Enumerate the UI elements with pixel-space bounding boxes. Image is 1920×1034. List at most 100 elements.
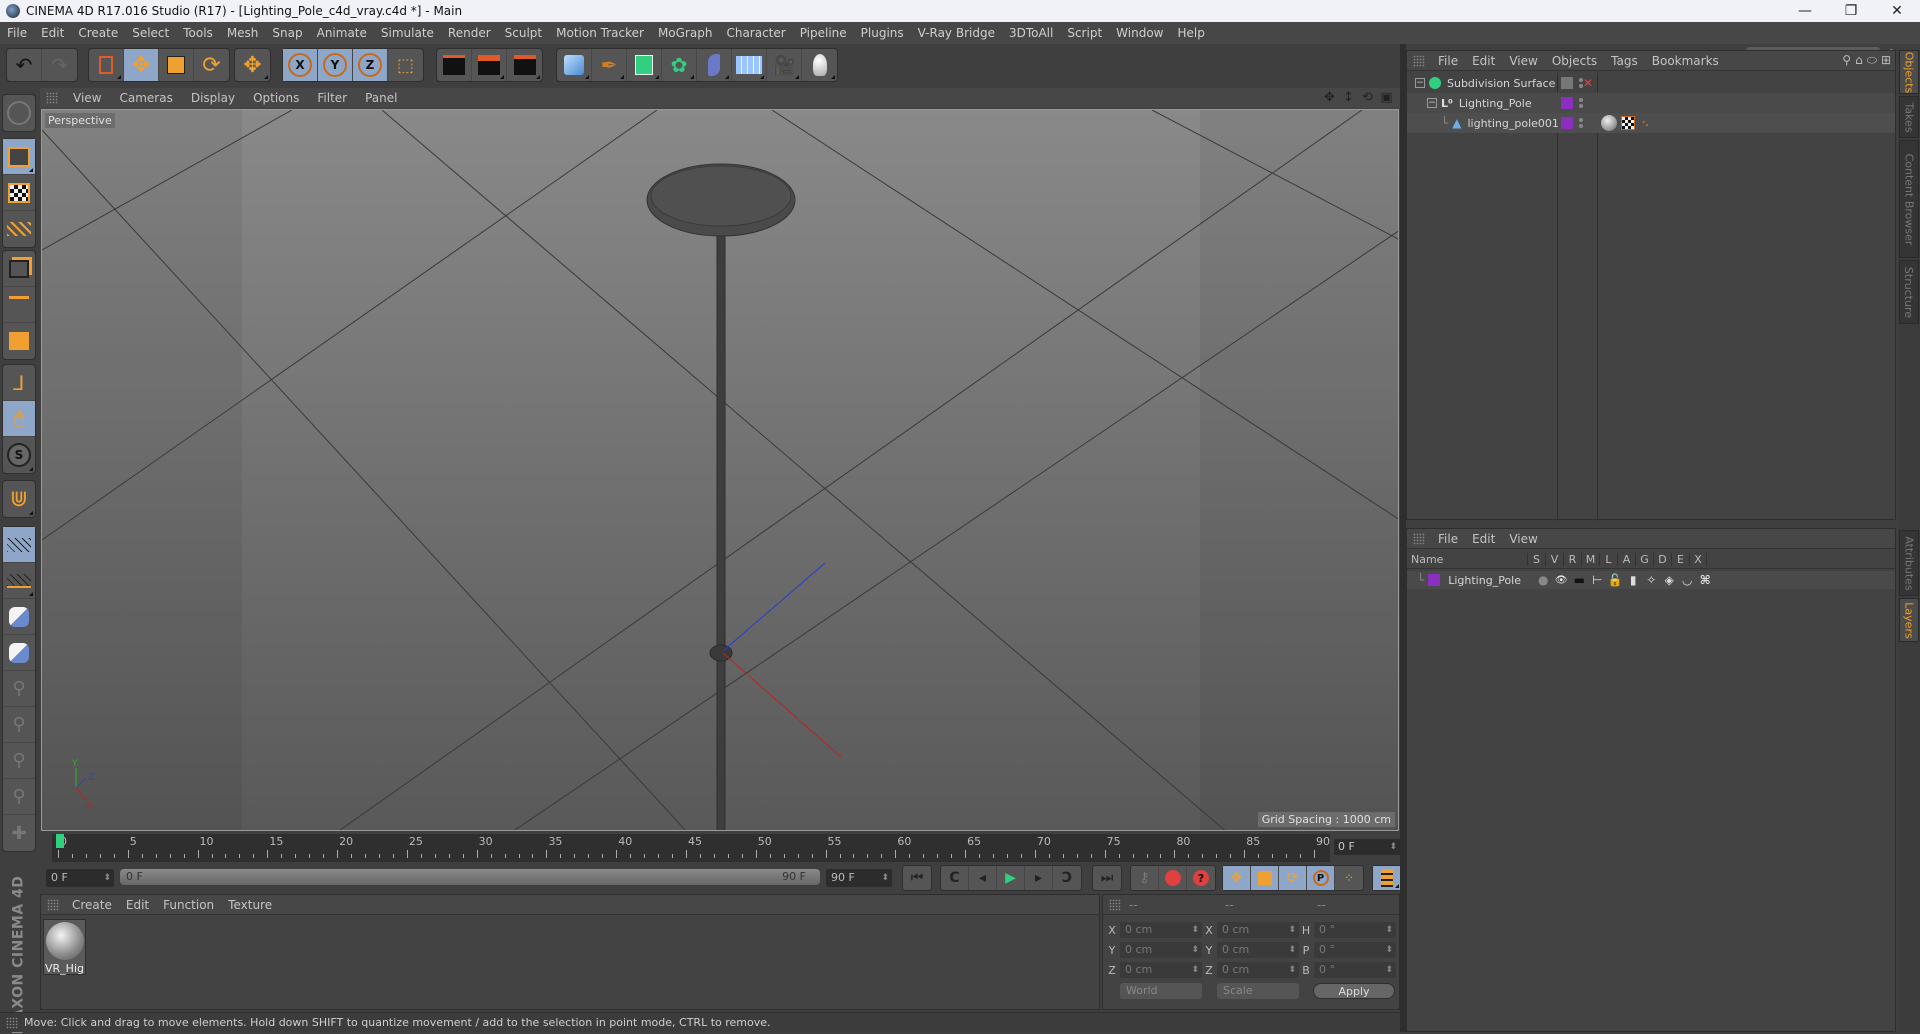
bone-tool-button-target[interactable]: ⚲ [3, 779, 35, 815]
render-to-picture-viewer-button[interactable] [472, 49, 507, 81]
menu-create[interactable]: Create [71, 26, 125, 40]
collapse-icon[interactable]: − [1415, 78, 1425, 88]
coordinate-system-button[interactable]: ⬚ [388, 49, 423, 81]
snap-button[interactable]: ⋓ [3, 481, 35, 517]
keyframe-selection-button[interactable]: ? [1187, 866, 1215, 890]
move-button[interactable]: ✥ [124, 49, 159, 81]
object-menu-bookmarks[interactable]: Bookmarks [1645, 54, 1726, 68]
column-solo[interactable]: S [1527, 553, 1545, 566]
object-row[interactable]: − Subdivision Surface ✕ [1407, 73, 1895, 93]
xrefs-toggle-icon[interactable]: ⌘ [1696, 573, 1714, 587]
texture-mode-button[interactable] [3, 175, 35, 211]
workplane-mode-button[interactable] [3, 211, 35, 247]
generators-toggle-icon[interactable]: ✧ [1642, 573, 1660, 587]
manager-toggle-icon[interactable]: ⊢ [1588, 573, 1606, 587]
solo-mode-button[interactable]: S [3, 437, 35, 473]
timeline-ruler[interactable]: 051015202530354045505560657075808590 [52, 834, 1330, 862]
column-animation[interactable]: A [1617, 553, 1635, 566]
panel-grip-icon[interactable] [1413, 54, 1425, 67]
viewport-menu-cameras[interactable]: Cameras [110, 91, 181, 105]
previous-frame-button[interactable]: ◂ [969, 866, 997, 890]
layer-menu-edit[interactable]: Edit [1465, 532, 1502, 546]
menu-motion-tracker[interactable]: Motion Tracker [549, 26, 651, 40]
menu-character[interactable]: Character [719, 26, 792, 40]
cube-button[interactable] [557, 49, 592, 81]
model-mode-button[interactable] [3, 139, 35, 175]
tab-attributes[interactable]: Attributes [1899, 530, 1919, 596]
key-parameter-button[interactable]: P [1307, 866, 1335, 890]
size-mode-dropdown[interactable]: Scale [1217, 983, 1299, 999]
dolly-icon[interactable]: ↕ [1341, 90, 1356, 105]
make-editable-button[interactable] [3, 95, 35, 131]
z-axis-handle[interactable] [722, 562, 826, 652]
menu-simulate[interactable]: Simulate [374, 26, 441, 40]
floor-button[interactable] [732, 49, 767, 81]
tweak-mode-button[interactable]: 🖱 [3, 401, 35, 437]
column-divider[interactable] [1597, 73, 1598, 521]
axis-mode-button[interactable]: ⅃ [3, 365, 35, 401]
panel-grip-icon[interactable] [47, 898, 59, 911]
pen-spline-button[interactable]: ✒ [592, 49, 627, 81]
menu-sculpt[interactable]: Sculpt [498, 26, 549, 40]
start-frame-field[interactable]: 0 F [46, 869, 114, 887]
subdivision-surface-button[interactable] [627, 49, 662, 81]
panel-grip-icon[interactable] [46, 92, 58, 104]
undo-button[interactable]: ↶ [7, 49, 42, 81]
column-locked[interactable]: L [1599, 553, 1617, 566]
edges-mode-button[interactable] [3, 287, 35, 323]
points-mode-button[interactable] [3, 251, 35, 287]
panel-grip-icon[interactable] [1109, 898, 1121, 911]
column-render[interactable]: R [1563, 553, 1581, 566]
playhead[interactable] [56, 834, 64, 848]
deformers-toggle-icon[interactable]: ◈ [1660, 573, 1678, 587]
scale-button[interactable] [159, 49, 194, 81]
object-menu-edit[interactable]: Edit [1465, 54, 1502, 68]
bone-tool-button-p[interactable]: ⚲ [3, 707, 35, 743]
goto-end-button[interactable]: ⏭ [1093, 866, 1121, 890]
material-tag-icon[interactable] [1601, 115, 1617, 131]
object-menu-file[interactable]: File [1431, 54, 1465, 68]
tab-objects[interactable]: Objects [1899, 50, 1919, 94]
layer-menu-view[interactable]: View [1502, 532, 1544, 546]
light-button[interactable] [802, 49, 837, 81]
visibility-dots-icon[interactable] [1579, 118, 1583, 128]
minimize-button[interactable]: — [1782, 0, 1828, 22]
render-toggle-icon[interactable]: ▬ [1570, 573, 1588, 587]
bone-tool-button-r[interactable]: ⚲ [3, 743, 35, 779]
close-button[interactable]: ✕ [1874, 0, 1920, 22]
redo-button[interactable]: ↷ [42, 49, 77, 81]
3d-viewport[interactable]: Y Z X Perspective Grid Spacing : 1000 cm [41, 109, 1399, 831]
column-deformers[interactable]: D [1653, 553, 1671, 566]
object-row[interactable]: − L⁰ Lighting_Pole [1407, 93, 1895, 113]
menu-help[interactable]: Help [1170, 26, 1211, 40]
eye-icon[interactable]: ⬭ [1867, 53, 1877, 68]
bend-deformer-button[interactable] [697, 49, 732, 81]
menu-tools[interactable]: Tools [176, 26, 220, 40]
bone-tool-button-1[interactable]: ⚲ [3, 671, 35, 707]
column-manager[interactable]: M [1581, 553, 1599, 566]
key-rotation-button[interactable]: ⟳ [1279, 866, 1307, 890]
play-button[interactable]: ▶ [997, 866, 1025, 890]
layer-toggle-icon[interactable] [1561, 77, 1573, 89]
restore-button[interactable]: ❐ [1828, 0, 1874, 22]
menu-3dtoall[interactable]: 3DToAll [1002, 26, 1060, 40]
z-axis-lock-button[interactable]: Z [353, 49, 388, 81]
column-divider[interactable] [1557, 73, 1558, 521]
rotation-p-field[interactable]: 0 ° [1314, 942, 1396, 958]
apply-button[interactable]: Apply [1313, 983, 1395, 999]
position-x-field[interactable]: 0 cm [1120, 922, 1202, 938]
size-z-field[interactable]: 0 cm [1217, 962, 1299, 978]
menu-edit[interactable]: Edit [34, 26, 71, 40]
layer-menu-file[interactable]: File [1431, 532, 1465, 546]
column-expressions[interactable]: E [1671, 553, 1689, 566]
phong-tag-icon[interactable]: ⠢ [1641, 116, 1650, 130]
column-xrefs[interactable]: X [1689, 553, 1707, 566]
layer-row[interactable]: └ Lighting_Pole ● 👁 ▬ ⊢ 🔓 ▮ ✧ ◈ ◡ ⌘ [1407, 571, 1895, 589]
tab-structure[interactable]: Structure [1899, 260, 1919, 324]
material-menu-texture[interactable]: Texture [221, 898, 279, 912]
record-active-objects-button[interactable]: ⚷ [1131, 866, 1159, 890]
layer-color-swatch[interactable] [1561, 97, 1573, 109]
position-y-field[interactable]: 0 cm [1120, 942, 1202, 958]
layer-color-swatch[interactable] [1428, 574, 1441, 586]
timeline-window-button[interactable] [1373, 866, 1401, 890]
